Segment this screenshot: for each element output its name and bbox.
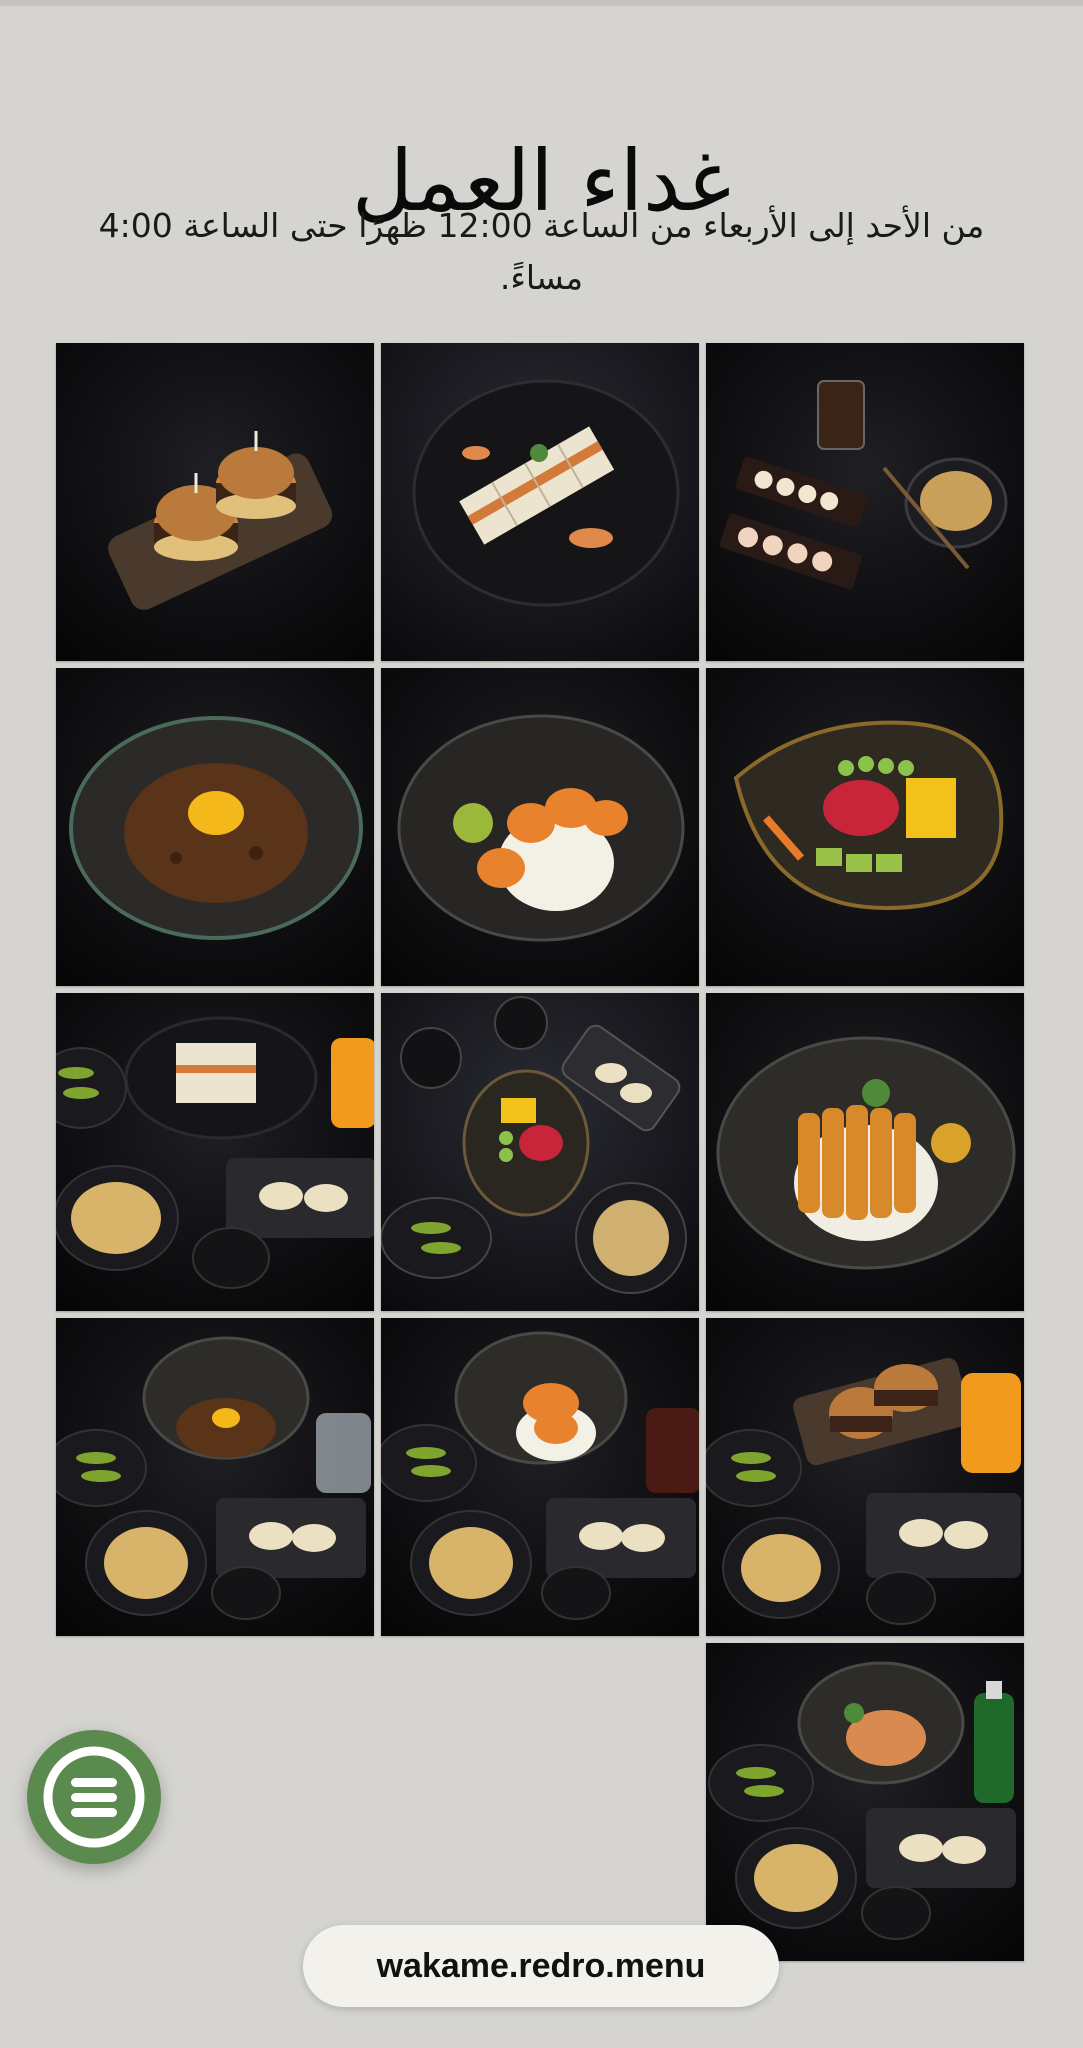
gallery-image-poke-combo[interactable]: [381, 993, 699, 1311]
url-bar[interactable]: wakame.redro.menu: [303, 1925, 779, 2007]
gallery-image-chicken-combo[interactable]: [706, 1643, 1024, 1961]
gallery-grid: [56, 343, 1027, 1961]
menu-logo-icon: [43, 1746, 145, 1848]
gallery-image-sushi-noodles[interactable]: [706, 343, 1024, 661]
gallery-image-beef-combo[interactable]: [56, 1318, 374, 1636]
page-subtitle: من الأحد إلى الأربعاء من الساعة 12:00 ظه…: [98, 206, 985, 297]
gallery-empty-slot: [381, 1643, 699, 1961]
top-edge: [0, 0, 1083, 6]
gallery-image-shrimp-combo[interactable]: [381, 1318, 699, 1636]
gallery-image-poke-bowl[interactable]: [706, 668, 1024, 986]
gallery-image-katsu-sandwich[interactable]: [381, 343, 699, 661]
menu-logo-button[interactable]: [27, 1730, 161, 1864]
gallery-image-shrimp-bowl[interactable]: [381, 668, 699, 986]
gallery-image-katsu-bowl[interactable]: [706, 993, 1024, 1311]
gallery-image-sliders-combo[interactable]: [706, 1318, 1024, 1636]
gallery-image-beef-egg-bowl[interactable]: [56, 668, 374, 986]
gallery-image-sandwich-combo[interactable]: [56, 993, 374, 1311]
gallery-image-sliders[interactable]: [56, 343, 374, 661]
